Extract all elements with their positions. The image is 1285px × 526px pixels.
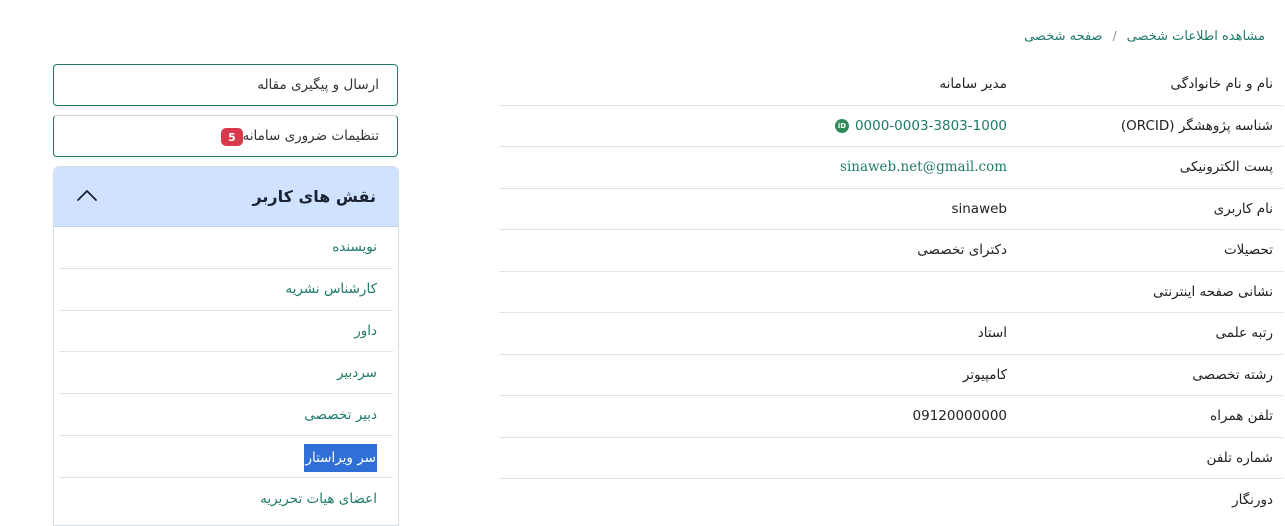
field-label-email: پست الکترونیکی xyxy=(1179,159,1273,176)
role-label: داور xyxy=(354,322,377,339)
role-label: دبیر تخصصی xyxy=(304,406,377,423)
role-label: سر ویراستار xyxy=(304,443,377,472)
table-row: رشته تخصصی کامپیوتر xyxy=(499,355,1283,396)
user-roles-header[interactable]: نقش های کاربر xyxy=(54,167,398,227)
role-item-reviewer[interactable]: داور xyxy=(59,311,393,353)
role-item-editorial-board[interactable]: اعضای هیات تحریریه xyxy=(59,478,393,520)
role-item-journal-expert[interactable]: کارشناس نشریه xyxy=(59,269,393,311)
field-label-mobile: تلفن همراه xyxy=(1210,408,1273,425)
role-label: نویسنده xyxy=(332,239,377,256)
user-roles-panel: نقش های کاربر نویسنده کارشناس نشریه داور… xyxy=(53,166,399,526)
role-item-author[interactable]: نویسنده xyxy=(59,227,393,269)
field-value-academic-rank: استاد xyxy=(977,325,1007,342)
profile-info-table: نام و نام خانوادگی مدیر سامانه شناسه پژو… xyxy=(499,64,1283,521)
breadcrumb-home-link[interactable]: صفحه شخصی xyxy=(1024,29,1103,44)
table-row: نشانی صفحه اینترنتی xyxy=(499,272,1283,313)
table-row: رتبه علمی استاد xyxy=(499,313,1283,355)
table-row: پست الکترونیکی sinaweb.net@gmail.com xyxy=(499,147,1283,189)
field-label-academic-rank: رتبه علمی xyxy=(1215,325,1273,342)
field-label-education: تحصیلات xyxy=(1223,242,1273,259)
field-value-education: دکترای تخصصی xyxy=(917,242,1007,259)
field-label-specialty: رشته تخصصی xyxy=(1192,366,1273,383)
role-label: اعضای هیات تحریریه xyxy=(260,490,377,507)
submit-article-button[interactable]: ارسال و پیگیری مقاله xyxy=(53,64,398,106)
user-roles-list: نویسنده کارشناس نشریه داور سردبیر دبیر ت… xyxy=(59,227,393,520)
field-value-orcid[interactable]: iD 0000-0003-3803-1000 xyxy=(834,106,1007,147)
orcid-icon: iD xyxy=(834,118,849,133)
role-label: سردبیر xyxy=(336,364,377,381)
chevron-up-icon[interactable] xyxy=(76,187,98,203)
field-label-phone: شماره تلفن xyxy=(1206,449,1273,466)
field-label-fax: دورنگار xyxy=(1232,491,1273,508)
table-row: نام و نام خانوادگی مدیر سامانه xyxy=(499,64,1283,106)
table-row: شناسه پژوهشگر (ORCID) iD 0000-0003-3803-… xyxy=(499,106,1283,147)
system-settings-label: تنظیمات ضروری سامانه xyxy=(242,128,379,144)
table-row: دورنگار xyxy=(499,479,1283,521)
table-row: تحصیلات دکترای تخصصی xyxy=(499,230,1283,272)
table-row: شماره تلفن xyxy=(499,438,1283,479)
field-value-fullname: مدیر سامانه xyxy=(939,76,1007,93)
role-item-section-editor[interactable]: دبیر تخصصی xyxy=(59,394,393,436)
notification-badge: 5 xyxy=(221,128,243,146)
field-value-email[interactable]: sinaweb.net@gmail.com xyxy=(840,147,1007,188)
field-label-fullname: نام و نام خانوادگی xyxy=(1170,76,1273,93)
breadcrumb-separator: / xyxy=(1112,29,1117,43)
field-value-username: sinaweb xyxy=(951,200,1007,217)
field-label-orcid: شناسه پژوهشگر (ORCID) xyxy=(1120,117,1273,134)
role-item-editor-in-chief[interactable]: سردبیر xyxy=(59,352,393,395)
submit-article-label: ارسال و پیگیری مقاله xyxy=(257,77,379,93)
field-value-specialty: کامپیوتر xyxy=(962,366,1007,383)
table-row: تلفن همراه 09120000000 xyxy=(499,396,1283,438)
breadcrumb: صفحه شخصی / مشاهده اطلاعات شخصی xyxy=(1024,26,1265,46)
field-value-mobile: 09120000000 xyxy=(912,408,1007,425)
orcid-id-text[interactable]: 0000-0003-3803-1000 xyxy=(855,118,1007,134)
role-item-chief-copyeditor[interactable]: سر ویراستار xyxy=(59,436,393,478)
breadcrumb-current[interactable]: مشاهده اطلاعات شخصی xyxy=(1127,29,1265,44)
system-settings-button[interactable]: تنظیمات ضروری سامانه 5 xyxy=(53,115,398,157)
user-roles-title: نقش های کاربر xyxy=(252,187,376,206)
field-label-website: نشانی صفحه اینترنتی xyxy=(1153,283,1273,300)
role-label: کارشناس نشریه xyxy=(285,281,377,298)
table-row: نام کاربری sinaweb xyxy=(499,189,1283,230)
field-label-username: نام کاربری xyxy=(1213,200,1273,217)
